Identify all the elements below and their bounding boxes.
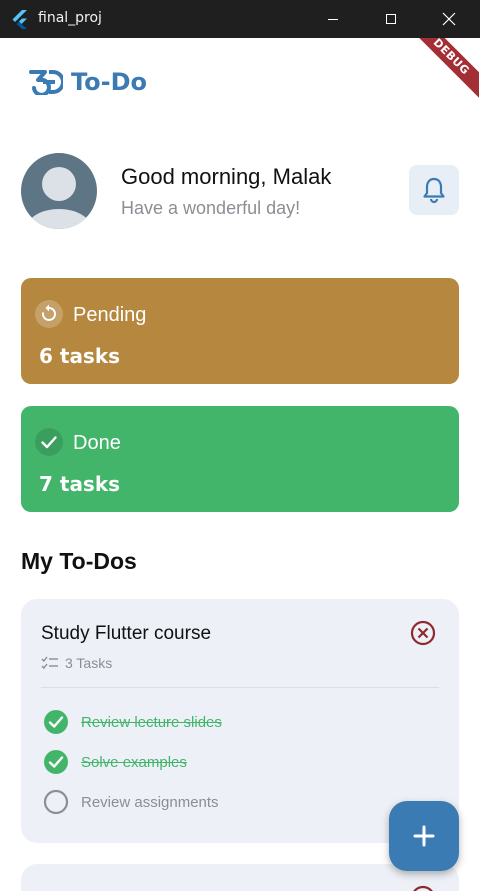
done-label: Done [73, 432, 121, 454]
checked-circle-icon[interactable] [43, 709, 69, 735]
done-count: 7 tasks [39, 472, 121, 496]
todo-card[interactable] [21, 864, 459, 891]
todo-task-count: 3 Tasks [41, 655, 112, 671]
unchecked-circle-icon[interactable] [43, 789, 69, 815]
plus-icon [413, 825, 435, 847]
maximize-button[interactable] [362, 0, 420, 38]
subtask-item[interactable]: Review lecture slides [43, 709, 222, 735]
minimize-icon [328, 19, 338, 20]
done-card[interactable]: Done 7 tasks [21, 406, 459, 512]
logo-mark-icon [29, 70, 63, 95]
subtask-label: Review lecture slides [81, 713, 222, 731]
add-todo-button[interactable] [389, 801, 459, 871]
todos-section-title: My To-Dos [21, 548, 137, 574]
debug-banner: DEBUG [402, 38, 479, 106]
divider [41, 687, 439, 688]
refresh-icon [35, 300, 63, 328]
close-icon [442, 12, 456, 26]
window-title: final_proj [38, 10, 102, 26]
remove-todo-button[interactable] [409, 619, 437, 647]
user-avatar-icon [25, 167, 93, 229]
checklist-icon [41, 656, 58, 670]
pending-card[interactable]: Pending 6 tasks [21, 278, 459, 384]
logo-text: To-Do [71, 68, 148, 96]
greeting-text: Good morning, Malak [121, 164, 332, 189]
minimize-button[interactable] [304, 0, 362, 38]
todo-title: Study Flutter course [41, 623, 212, 644]
subtask-label: Review assignments [81, 793, 219, 811]
subtask-label: Solve examples [81, 753, 187, 771]
window-titlebar: final_proj [0, 0, 480, 38]
checked-circle-icon[interactable] [43, 749, 69, 775]
pending-label: Pending [73, 304, 147, 326]
remove-todo-button[interactable] [409, 884, 437, 891]
app-content: DEBUG To-Do Good morning, Malak Have a w… [1, 38, 479, 891]
subtask-item[interactable]: Solve examples [43, 749, 187, 775]
maximize-icon [386, 14, 396, 24]
close-button[interactable] [420, 0, 478, 38]
notifications-button[interactable] [409, 165, 459, 215]
app-logo: To-Do [29, 68, 147, 96]
avatar[interactable] [21, 153, 97, 229]
subtask-item[interactable]: Review assignments [43, 789, 219, 815]
pending-count: 6 tasks [39, 344, 121, 368]
flutter-icon [12, 10, 27, 29]
bell-icon [423, 177, 445, 204]
todo-task-count-label: 3 Tasks [65, 655, 113, 671]
check-icon [35, 428, 63, 456]
greeting-subtitle: Have a wonderful day! [121, 198, 301, 218]
